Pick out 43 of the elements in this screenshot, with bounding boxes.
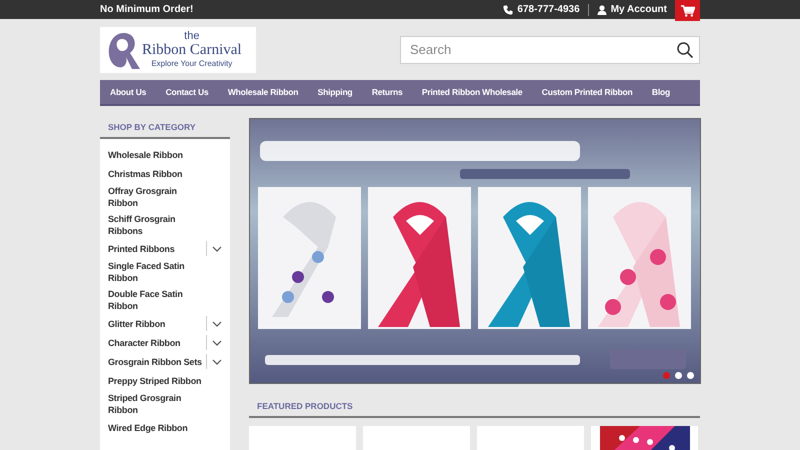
chevron-down-icon [212,320,222,326]
category-link[interactable]: Printed Ribbons [108,240,206,256]
expand-toggle[interactable] [206,335,222,350]
chevron-down-icon [212,246,222,252]
category-link[interactable]: Wholesale Ribbon [108,146,206,162]
phone-link[interactable]: 678-777-4936 [503,4,580,15]
expand-toggle[interactable] [206,241,222,256]
category-link[interactable]: Single Faced Satin Ribbon [108,258,206,286]
cart-button[interactable] [675,0,700,21]
search-icon [677,42,693,58]
nav-link[interactable]: Wholesale Ribbon [228,87,298,97]
category-link[interactable]: Character Ribbon [108,334,206,350]
category-link[interactable]: Glitter Ribbon [108,316,206,332]
logo-text-the: the [184,30,200,42]
logo[interactable]: the Ribbon Carnival Explore Your Creativity [100,26,256,72]
logo-wordmark: Ribbon Carnival [142,42,242,58]
category-link[interactable]: Grosgrain Ribbon Sets [108,354,206,370]
account-link[interactable]: My Account [596,4,667,15]
search-field[interactable]: Search [400,36,700,64]
logo-tagline: Explore Your Creativity [151,58,232,68]
category-link[interactable]: Schiff Grosgrain Ribbons [108,211,206,239]
nav-link[interactable]: Contact Us [166,87,208,97]
expand-toggle[interactable] [206,316,222,331]
category-link[interactable]: Striped Grosgrain Ribbon [108,390,206,418]
category-link[interactable]: Preppy Striped Ribbon [108,372,206,388]
chevron-down-icon [212,340,222,346]
promo-text: No Minimum Order! [100,4,194,15]
person-icon [596,4,607,14]
nav-link[interactable]: Printed Ribbon Wholesale [422,87,522,97]
nav-link[interactable]: Blog [652,87,670,97]
category-link[interactable]: Wired Edge Ribbon [108,420,206,436]
section-heading: FEATURED PRODUCTS [249,384,700,418]
category-link[interactable]: Offray Grosgrain Ribbon [108,183,206,211]
chevron-down-icon [212,358,222,364]
nav-link[interactable]: Custom Printed Ribbon [542,87,633,97]
phone-icon [503,4,514,14]
cart-icon [680,4,694,16]
expand-toggle[interactable] [206,354,222,369]
category-link[interactable]: Christmas Ribbon [108,166,206,182]
nav-link[interactable]: Shipping [318,87,352,97]
nav-link[interactable]: Returns [372,87,403,97]
nav-link[interactable]: About Us [110,87,146,97]
category-link[interactable]: Double Face Satin Ribbon [108,286,206,314]
